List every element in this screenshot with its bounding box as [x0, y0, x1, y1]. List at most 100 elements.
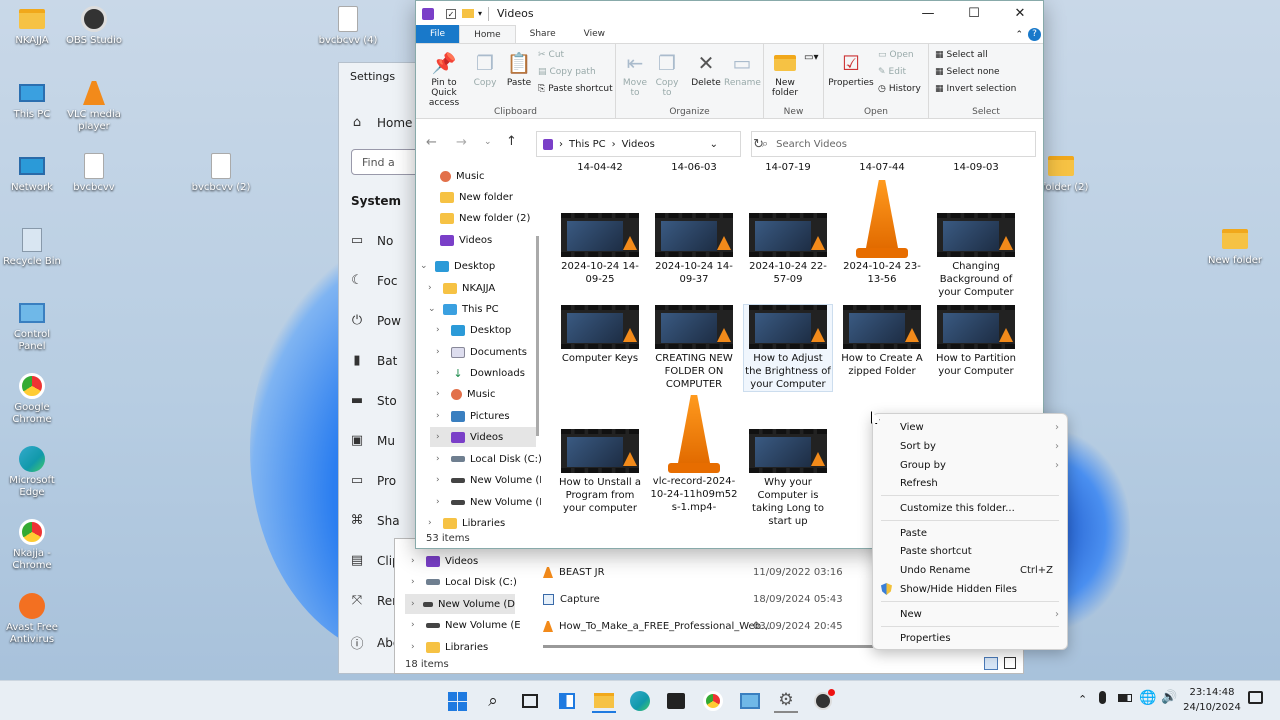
- new-folder-quick-icon[interactable]: [462, 9, 474, 18]
- battery-icon[interactable]: [1118, 694, 1132, 702]
- desktop-icon-nkajja[interactable]: NKAJJA: [1, 6, 63, 47]
- file-item[interactable]: How to Create A zipped Folder: [838, 305, 926, 378]
- maximize-button[interactable]: ☐: [951, 1, 997, 26]
- notification-center-icon[interactable]: [1248, 691, 1263, 704]
- network-globe-icon[interactable]: 🌐: [1139, 690, 1156, 706]
- desktop-icon-obs[interactable]: OBS Studio: [63, 6, 125, 47]
- settings-home[interactable]: ⌂ Home: [349, 115, 413, 130]
- file-item[interactable]: How to Partition your Computer: [932, 305, 1020, 378]
- file-item[interactable]: vlc-record-2024-10-24-11h09m52s-1.mp4-: [650, 395, 738, 514]
- settings-item-focus[interactable]: ☾ Foc: [349, 273, 397, 288]
- nav-item-videos-pc[interactable]: › Videos: [430, 427, 536, 447]
- address-dropdown-icon[interactable]: ⌄: [710, 139, 718, 150]
- new-folder-button[interactable]: New folder: [768, 50, 802, 98]
- search-input[interactable]: ⌕ Search Videos: [751, 131, 1036, 157]
- settings-item-clipboard[interactable]: ▤ Clip: [349, 553, 400, 568]
- back-nav-new-volume-e[interactable]: › New Volume (E: [411, 615, 521, 635]
- menu-item-show-hide-hidden[interactable]: Show/Hide Hidden Files: [873, 580, 1067, 598]
- minimize-button[interactable]: —: [905, 1, 951, 26]
- nav-item-documents[interactable]: › Documents: [436, 342, 527, 362]
- desktop-icon-bvcbcvv-2[interactable]: bvcbcvv (2): [190, 153, 252, 194]
- search-taskbar-button[interactable]: ⌕: [481, 689, 505, 713]
- help-icon[interactable]: ?: [1028, 28, 1041, 41]
- desktop-icon-avast[interactable]: Avast Free Antivirus: [1, 593, 63, 646]
- back-nav-videos[interactable]: › Videos: [411, 551, 478, 571]
- menu-item-properties[interactable]: Properties: [873, 629, 1067, 647]
- quick-access-dropdown-icon[interactable]: ▾: [478, 9, 482, 18]
- settings-item-multitasking[interactable]: ▣ Mu: [349, 433, 395, 448]
- address-bar[interactable]: › This PC › Videos ⌄ ↻: [536, 131, 764, 157]
- microphone-icon[interactable]: [1099, 691, 1106, 704]
- nav-item-videos-quick[interactable]: Videos: [440, 230, 492, 250]
- copy-to-button[interactable]: ❐ Copy to: [652, 50, 682, 98]
- desktop-icon-this-pc[interactable]: This PC: [1, 80, 63, 121]
- nav-scrollbar[interactable]: [536, 236, 539, 436]
- settings-item-storage[interactable]: ▬ Sto: [349, 393, 397, 408]
- collapse-ribbon-icon[interactable]: ⌃: [1015, 30, 1023, 40]
- file-explorer-taskbar-button[interactable]: [592, 689, 616, 713]
- settings-item-about[interactable]: ⓘ Abo: [349, 633, 400, 653]
- show-hidden-icons-button[interactable]: ⌃: [1078, 693, 1087, 706]
- nav-item-libraries[interactable]: › Libraries: [428, 513, 505, 531]
- forward-arrow-icon[interactable]: →: [456, 135, 467, 150]
- volume-icon[interactable]: 🔊: [1161, 690, 1177, 705]
- nav-item-new-folder-2[interactable]: New folder (2): [440, 208, 530, 228]
- tab-home[interactable]: Home: [459, 25, 516, 43]
- store-taskbar-button[interactable]: [664, 689, 688, 713]
- invert-selection-button[interactable]: ▦ Invert selection: [935, 84, 1016, 94]
- settings-item-power[interactable]: ⏻ Pow: [349, 313, 401, 328]
- file-row[interactable]: Capture 18/09/2024 05:43: [543, 594, 863, 605]
- paste-button[interactable]: 📋 Paste: [504, 50, 534, 88]
- cut-button[interactable]: ✂ Cut: [538, 50, 564, 60]
- menu-item-new[interactable]: New ›: [873, 605, 1067, 623]
- details-view-icon[interactable]: [984, 657, 998, 670]
- open-button[interactable]: ▭ Open: [878, 50, 914, 60]
- edge-taskbar-button[interactable]: [628, 689, 652, 713]
- up-arrow-icon[interactable]: ↑: [506, 134, 517, 149]
- nav-item-pictures[interactable]: › Pictures: [436, 406, 510, 426]
- desktop-icon-recycle-bin[interactable]: Recycle Bin: [1, 227, 63, 268]
- start-button[interactable]: [445, 689, 469, 713]
- tab-share[interactable]: Share: [516, 25, 570, 43]
- obs-taskbar-button[interactable]: [811, 689, 835, 713]
- desktop-icon-new-folder[interactable]: New folder: [1204, 226, 1266, 267]
- breadcrumb-videos[interactable]: Videos: [622, 139, 655, 150]
- file-item[interactable]: How to Adjust the Brightness of your Com…: [743, 304, 833, 392]
- large-icons-view-icon[interactable]: [1004, 657, 1016, 669]
- new-item-icon[interactable]: ▭▾: [804, 52, 818, 63]
- nav-item-downloads[interactable]: › ↓ Downloads: [436, 363, 525, 383]
- paste-shortcut-button[interactable]: ⎘ Paste shortcut: [538, 84, 613, 94]
- nav-item-desktop[interactable]: ⌄ Desktop: [420, 256, 495, 276]
- file-item[interactable]: 14-04-42: [556, 161, 644, 174]
- file-item[interactable]: 2024-10-24 23-13-56: [838, 180, 926, 286]
- nav-item-music[interactable]: Music: [440, 166, 484, 186]
- file-item[interactable]: CREATING NEW FOLDER ON COMPUTER: [650, 305, 738, 391]
- menu-item-view[interactable]: View ›: [873, 418, 1067, 436]
- desktop-icon-bvcbcvv[interactable]: bvcbcvv: [63, 153, 125, 194]
- edit-button[interactable]: ✎ Edit: [878, 67, 906, 77]
- file-item[interactable]: 14-09-03: [932, 161, 1020, 174]
- desktop-icon-chrome[interactable]: Google Chrome: [1, 373, 63, 426]
- properties-button[interactable]: ☑ Properties: [828, 50, 874, 88]
- nav-item-nkajja[interactable]: › NKAJJA: [428, 278, 495, 298]
- nav-item-new-folder[interactable]: New folder: [440, 187, 513, 207]
- nav-item-new-volume-d[interactable]: › New Volume (D: [436, 470, 541, 490]
- desktop-icon-edge[interactable]: Microsoft Edge: [1, 446, 63, 499]
- nav-item-desktop-pc[interactable]: › Desktop: [436, 320, 511, 340]
- copy-button[interactable]: ❐ Copy: [470, 50, 500, 88]
- nav-item-local-disk-c[interactable]: › Local Disk (C:): [436, 449, 541, 469]
- rename-button[interactable]: ▭ Rename: [724, 50, 761, 88]
- settings-item-notifications[interactable]: ▭ No: [349, 233, 393, 248]
- file-item[interactable]: Changing Background of your Computer: [932, 213, 1020, 299]
- copy-path-button[interactable]: ▤ Copy path: [538, 67, 596, 77]
- recent-locations-icon[interactable]: ⌄: [484, 137, 492, 147]
- select-all-button[interactable]: ▦ Select all: [935, 50, 988, 60]
- back-arrow-icon[interactable]: ←: [426, 135, 437, 150]
- taskbar-date[interactable]: 24/10/2024: [1178, 702, 1246, 713]
- tab-view[interactable]: View: [570, 25, 619, 43]
- menu-item-refresh[interactable]: Refresh: [873, 474, 1067, 492]
- nav-item-this-pc[interactable]: ⌄ This PC: [428, 299, 499, 319]
- control-panel-taskbar-button[interactable]: [738, 689, 762, 713]
- tab-file[interactable]: File: [416, 25, 460, 43]
- move-to-button[interactable]: ⇤ Move to: [620, 50, 650, 98]
